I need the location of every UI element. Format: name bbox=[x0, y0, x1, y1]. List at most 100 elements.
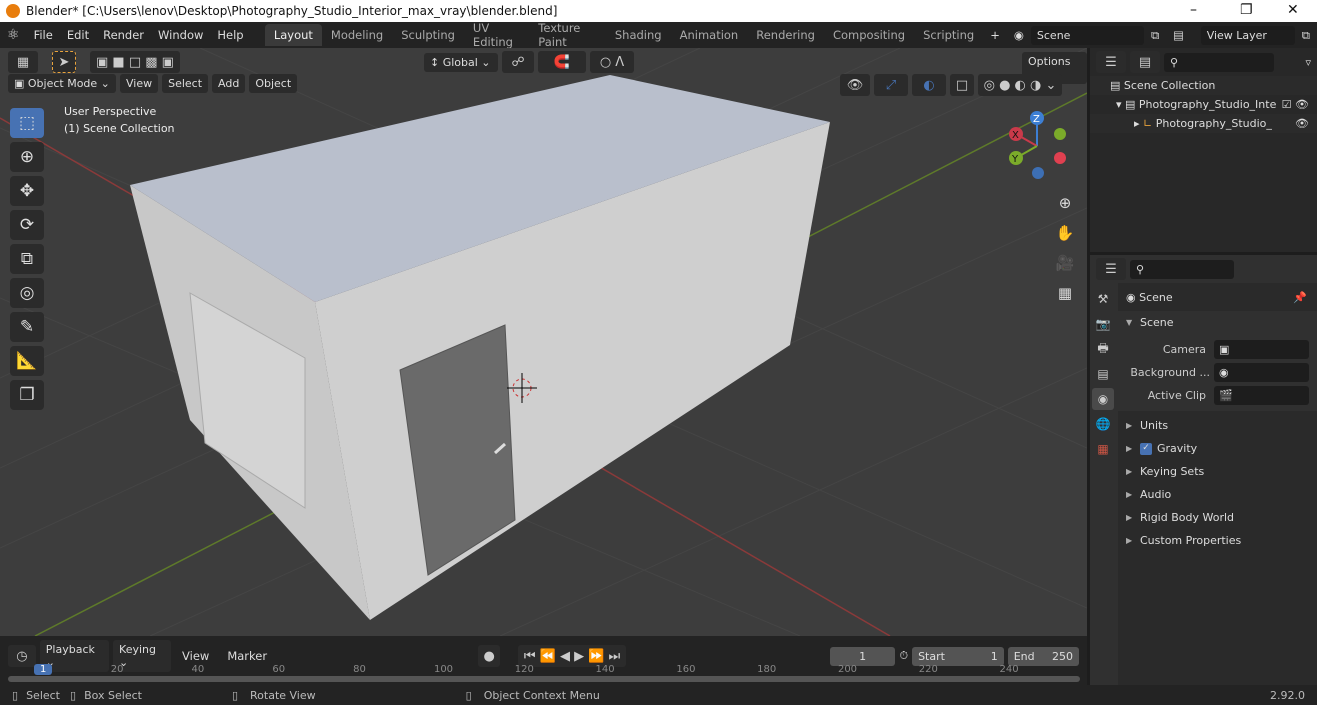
menu-view[interactable]: View bbox=[120, 74, 159, 93]
tab-modeling[interactable]: Modeling bbox=[322, 24, 392, 46]
timeline-scrollbar[interactable] bbox=[8, 676, 1080, 682]
rotate-tool-icon[interactable]: ⟳ bbox=[10, 210, 44, 240]
panel-rigid-body-world[interactable]: ▶ Rigid Body World bbox=[1118, 506, 1317, 529]
menu-render[interactable]: Render bbox=[96, 28, 151, 42]
xray-icon[interactable]: □ bbox=[950, 74, 974, 96]
orientation-dropdown[interactable]: ↕ Global ⌄ bbox=[424, 52, 498, 72]
active-clip-field[interactable]: 🎬 bbox=[1214, 386, 1309, 405]
move-tool-icon[interactable]: ✥ bbox=[10, 176, 44, 206]
outliner-type-icon[interactable]: ☰ bbox=[1096, 51, 1126, 73]
camera-field[interactable]: ▣ bbox=[1214, 340, 1309, 359]
tab-scripting[interactable]: Scripting bbox=[914, 24, 983, 46]
new-view-layer-icon[interactable]: ⧉ bbox=[1295, 28, 1317, 43]
scene-icon[interactable]: ◉ bbox=[1007, 28, 1031, 42]
scene-selector[interactable]: Scene bbox=[1030, 25, 1144, 45]
background-field[interactable]: ◉ bbox=[1214, 363, 1309, 382]
mouse-drag-icon: ▯ bbox=[70, 688, 77, 702]
visibility-eye-icon[interactable]: ☑ 👁 bbox=[1282, 98, 1309, 111]
tab-layout[interactable]: Layout bbox=[264, 24, 322, 46]
world-tab-icon[interactable]: 🌐 bbox=[1092, 413, 1114, 435]
panel-audio[interactable]: ▶ Audio bbox=[1118, 483, 1317, 506]
menu-edit[interactable]: Edit bbox=[60, 28, 96, 42]
pan-hand-icon[interactable]: ✋ bbox=[1053, 218, 1077, 248]
panel-scene-header[interactable]: ▼ Scene bbox=[1118, 311, 1317, 334]
stopwatch-icon[interactable]: ⏱ bbox=[899, 649, 908, 663]
select-box-tool-icon[interactable]: ⬚ bbox=[10, 108, 44, 138]
add-cube-tool-icon[interactable]: ❐ bbox=[10, 380, 44, 410]
gravity-checkbox[interactable]: ✓ bbox=[1140, 442, 1152, 455]
minimize-button[interactable]: – bbox=[1190, 2, 1197, 18]
select-tool-icon[interactable]: ➤ bbox=[52, 51, 76, 73]
overlay-toggle-icon[interactable]: ◐ bbox=[912, 74, 946, 96]
measure-tool-icon[interactable]: 📐 bbox=[10, 346, 44, 376]
panel-keying-sets[interactable]: ▶ Keying Sets bbox=[1118, 460, 1317, 483]
visibility-icon[interactable]: 👁 bbox=[840, 74, 870, 96]
mode-dropdown[interactable]: ▣ Object Mode ⌄ bbox=[8, 74, 116, 93]
output-tab-icon[interactable]: 🖶 bbox=[1092, 338, 1114, 360]
properties-content: ◉ Scene 📌 ▼ Scene Camera ▣ Background ... ◉ … bbox=[1118, 283, 1317, 685]
tab-compositing[interactable]: Compositing bbox=[824, 24, 914, 46]
menu-window[interactable]: Window bbox=[151, 28, 210, 42]
outliner: ☰ ▤ ⚲ ▿ ▤ Scene Collection ▾ ▤ Photograp… bbox=[1090, 48, 1317, 252]
navigation-gizmo[interactable]: Z X Y bbox=[1000, 108, 1075, 183]
menu-help[interactable]: Help bbox=[210, 28, 250, 42]
menu-select[interactable]: Select bbox=[162, 74, 209, 93]
filter-icon[interactable]: ▿ bbox=[1305, 56, 1311, 69]
tab-animation[interactable]: Animation bbox=[671, 24, 748, 46]
camera-view-icon[interactable]: 🎥 bbox=[1053, 248, 1077, 278]
scene-tab-icon[interactable]: ◉ bbox=[1092, 388, 1114, 410]
menu-object[interactable]: Object bbox=[249, 74, 298, 93]
menu-file[interactable]: File bbox=[27, 28, 60, 42]
view-layer-icon[interactable]: ▤ bbox=[1166, 28, 1201, 42]
new-scene-icon[interactable]: ⧉ bbox=[1144, 28, 1166, 43]
render-tab-icon[interactable]: 📷 bbox=[1092, 313, 1114, 335]
shading-modes-icon[interactable]: ◎ ● ◐ ◑ ⌄ bbox=[978, 74, 1062, 96]
add-workspace-icon[interactable]: + bbox=[983, 28, 1007, 42]
tab-shading[interactable]: Shading bbox=[606, 24, 671, 46]
outliner-root[interactable]: ▤ Scene Collection bbox=[1090, 76, 1317, 95]
view-layer-tab-icon[interactable]: ▤ bbox=[1092, 363, 1114, 385]
zoom-icon[interactable]: ⊕ bbox=[1053, 188, 1077, 218]
viewport-header: ▣ Object Mode ⌄ View Select Add Object bbox=[8, 74, 298, 93]
tab-sculpting[interactable]: Sculpting bbox=[392, 24, 464, 46]
maximize-button[interactable]: ❐ bbox=[1240, 2, 1253, 18]
outliner-item[interactable]: ▸ ∟ Photography_Studio_ 👁 bbox=[1090, 114, 1317, 133]
pivot-icon[interactable]: ☍ bbox=[502, 51, 534, 73]
gizmo-toggle-icon[interactable]: ⤢ bbox=[874, 74, 908, 96]
visibility-eye-icon[interactable]: 👁 bbox=[1295, 117, 1309, 130]
properties-search[interactable]: ⚲ bbox=[1130, 259, 1234, 279]
properties-type-icon[interactable]: ☰ bbox=[1096, 258, 1126, 280]
ruler-tick: 140 bbox=[595, 664, 615, 675]
display-mode-icon[interactable]: ▤ bbox=[1130, 51, 1160, 73]
current-frame-marker[interactable]: 1 bbox=[34, 664, 53, 675]
perspective-grid-icon[interactable]: ▦ bbox=[1053, 278, 1077, 308]
3d-viewport[interactable]: ▦ ➤ ▣ ■ □ ▩ ▣ ↕ Global ⌄ ☍ 🧲 ○ Λ Options… bbox=[0, 48, 1087, 636]
scale-tool-icon[interactable]: ⧉ bbox=[10, 244, 44, 274]
snap-icon[interactable]: 🧲 bbox=[538, 51, 586, 73]
transform-tool-icon[interactable]: ◎ bbox=[10, 278, 44, 308]
end-frame-field[interactable]: End 250 bbox=[1007, 646, 1080, 666]
start-frame-field[interactable]: Start 1 bbox=[912, 646, 1004, 666]
ruler-tick: 80 bbox=[353, 664, 366, 675]
menu-add[interactable]: Add bbox=[212, 74, 246, 93]
blender-menu-icon[interactable]: ⚛ bbox=[0, 27, 27, 43]
panel-units[interactable]: ▶ Units bbox=[1118, 414, 1317, 437]
proportional-edit-icon[interactable]: ○ Λ bbox=[590, 51, 634, 73]
selection-mode-icons[interactable]: ▣ ■ □ ▩ ▣ bbox=[90, 51, 180, 73]
annotate-tool-icon[interactable]: ✎ bbox=[10, 312, 44, 342]
panel-custom-properties[interactable]: ▶ Custom Properties bbox=[1118, 529, 1317, 552]
marker-menu[interactable]: Marker bbox=[220, 649, 274, 663]
timeline-view-menu[interactable]: View bbox=[175, 649, 216, 663]
view-layer-selector[interactable]: View Layer bbox=[1200, 25, 1295, 45]
texture-tab-icon[interactable]: ▦ bbox=[1092, 438, 1114, 460]
close-button[interactable]: ✕ bbox=[1287, 2, 1299, 18]
tool-tab-icon[interactable]: ⚒ bbox=[1092, 288, 1114, 310]
editor-type-icon[interactable]: ▦ bbox=[8, 51, 38, 73]
cursor-tool-icon[interactable]: ⊕ bbox=[10, 142, 44, 172]
pin-icon[interactable]: 📌 bbox=[1293, 291, 1307, 304]
current-frame-field[interactable]: 1 bbox=[829, 646, 896, 666]
outliner-search[interactable]: ⚲ bbox=[1164, 52, 1274, 72]
panel-gravity[interactable]: ▶ ✓ Gravity bbox=[1118, 437, 1317, 460]
tab-rendering[interactable]: Rendering bbox=[747, 24, 824, 46]
outliner-item[interactable]: ▾ ▤ Photography_Studio_Inte ☑ 👁 bbox=[1090, 95, 1317, 114]
